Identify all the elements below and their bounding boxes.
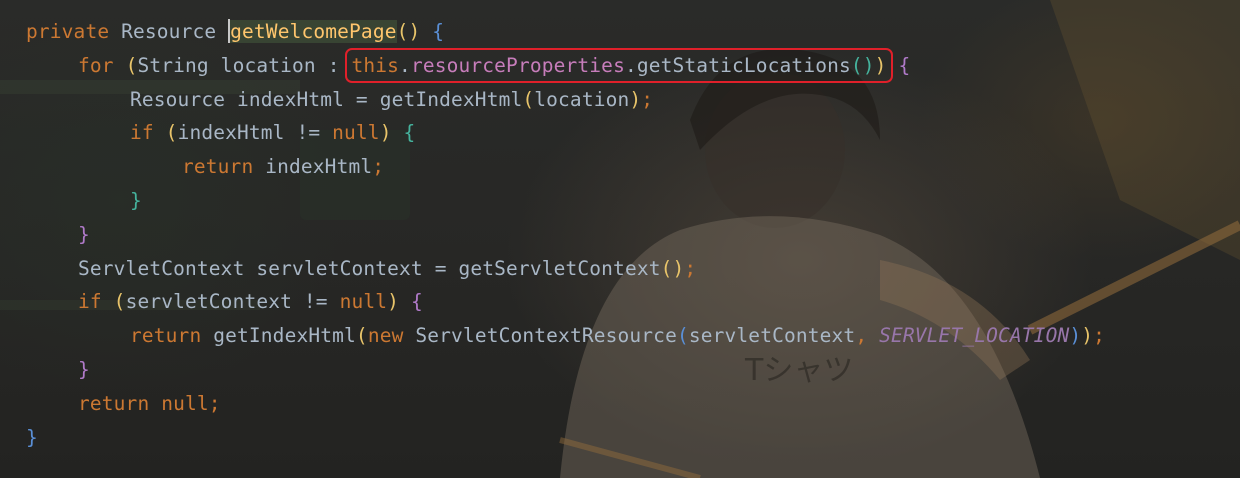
code-token: ; xyxy=(372,155,385,179)
code-token: ) xyxy=(629,87,642,111)
code-token: .getStaticLocations xyxy=(624,53,851,77)
code-line[interactable]: if (servletContext != null) { xyxy=(26,285,1105,319)
code-editor[interactable]: Tシャツ private Resource getWelcomePage() {… xyxy=(0,0,1240,478)
code-token: return xyxy=(78,391,150,415)
code-token: { xyxy=(432,20,445,43)
code-token: ) xyxy=(379,121,392,145)
code-token: { xyxy=(403,121,416,145)
code-token: return xyxy=(182,155,254,179)
code-token: ( xyxy=(522,87,535,111)
code-token: private xyxy=(26,20,110,43)
code-token: ( xyxy=(125,53,138,77)
code-token: () xyxy=(850,53,875,77)
code-token: this xyxy=(351,53,400,77)
code-token: { xyxy=(410,290,423,314)
code-token: new xyxy=(367,324,404,348)
code-token: ; xyxy=(684,256,697,280)
code-line[interactable]: } xyxy=(26,421,1105,455)
code-line[interactable]: if (indexHtml != null) { xyxy=(26,116,1105,150)
code-line[interactable]: ServletContext servletContext = getServl… xyxy=(26,252,1105,286)
code-token: () xyxy=(660,256,685,280)
code-token: ( xyxy=(165,121,178,145)
code-token: if xyxy=(130,121,154,145)
code-token: null xyxy=(161,391,209,415)
code-line[interactable]: } xyxy=(26,184,1105,218)
code-token: resourceProperties xyxy=(410,53,625,77)
code-token: getIndexHtml xyxy=(201,324,356,348)
code-token: } xyxy=(78,222,90,246)
code-token: { xyxy=(898,53,911,77)
code-token: for xyxy=(78,53,114,77)
code-token: } xyxy=(130,188,142,212)
code-token: indexHtml != xyxy=(177,121,333,145)
code-token: ServletContextResource xyxy=(403,324,677,348)
code-token: . xyxy=(399,53,411,77)
code-token: return xyxy=(130,324,202,348)
code-token: location xyxy=(534,87,630,111)
code-line[interactable]: Resource indexHtml = getIndexHtml(locati… xyxy=(26,83,1105,117)
code-token: () xyxy=(396,20,421,43)
code-token: servletContext xyxy=(688,324,856,348)
code-token: indexHtml xyxy=(253,155,373,179)
code-token: ) xyxy=(1069,324,1082,348)
code-token: if xyxy=(78,290,102,314)
code-block[interactable]: private Resource getWelcomePage() {for (… xyxy=(26,15,1105,454)
code-token: ) xyxy=(874,53,887,77)
code-token: ( xyxy=(113,290,126,314)
code-line[interactable]: return getIndexHtml(new ServletContextRe… xyxy=(26,319,1105,353)
code-token: SERVLET_LOCATION xyxy=(879,324,1070,348)
code-token: ( xyxy=(676,324,689,348)
code-line[interactable]: for (String location : this.resourceProp… xyxy=(26,47,1105,83)
code-token: ; xyxy=(1093,324,1106,348)
code-token: ( xyxy=(355,324,368,348)
code-token: ; xyxy=(208,391,221,415)
code-token: null xyxy=(339,290,388,314)
code-token: , xyxy=(855,324,868,348)
highlight-box: this.resourceProperties.getStaticLocatio… xyxy=(345,47,893,83)
code-token: ) xyxy=(387,290,400,314)
code-token: ) xyxy=(1081,324,1094,348)
code-line[interactable]: } xyxy=(26,218,1105,252)
code-token: } xyxy=(78,357,90,381)
code-token: null xyxy=(332,121,380,145)
code-line[interactable]: return indexHtml; xyxy=(26,150,1105,184)
code-token: ServletContext servletContext = getServl… xyxy=(78,256,661,280)
code-token: getWelcomePage xyxy=(230,20,397,43)
code-token: Resource indexHtml = getIndexHtml xyxy=(130,87,523,111)
code-token: servletContext != xyxy=(125,290,340,314)
code-line[interactable]: return null; xyxy=(26,387,1105,421)
code-token: Resource xyxy=(121,20,217,43)
code-token: ; xyxy=(641,87,654,111)
code-token: String location : xyxy=(137,53,352,77)
code-line[interactable]: private Resource getWelcomePage() { xyxy=(26,15,1105,49)
code-token: } xyxy=(26,425,38,449)
code-line[interactable]: } xyxy=(26,353,1105,387)
